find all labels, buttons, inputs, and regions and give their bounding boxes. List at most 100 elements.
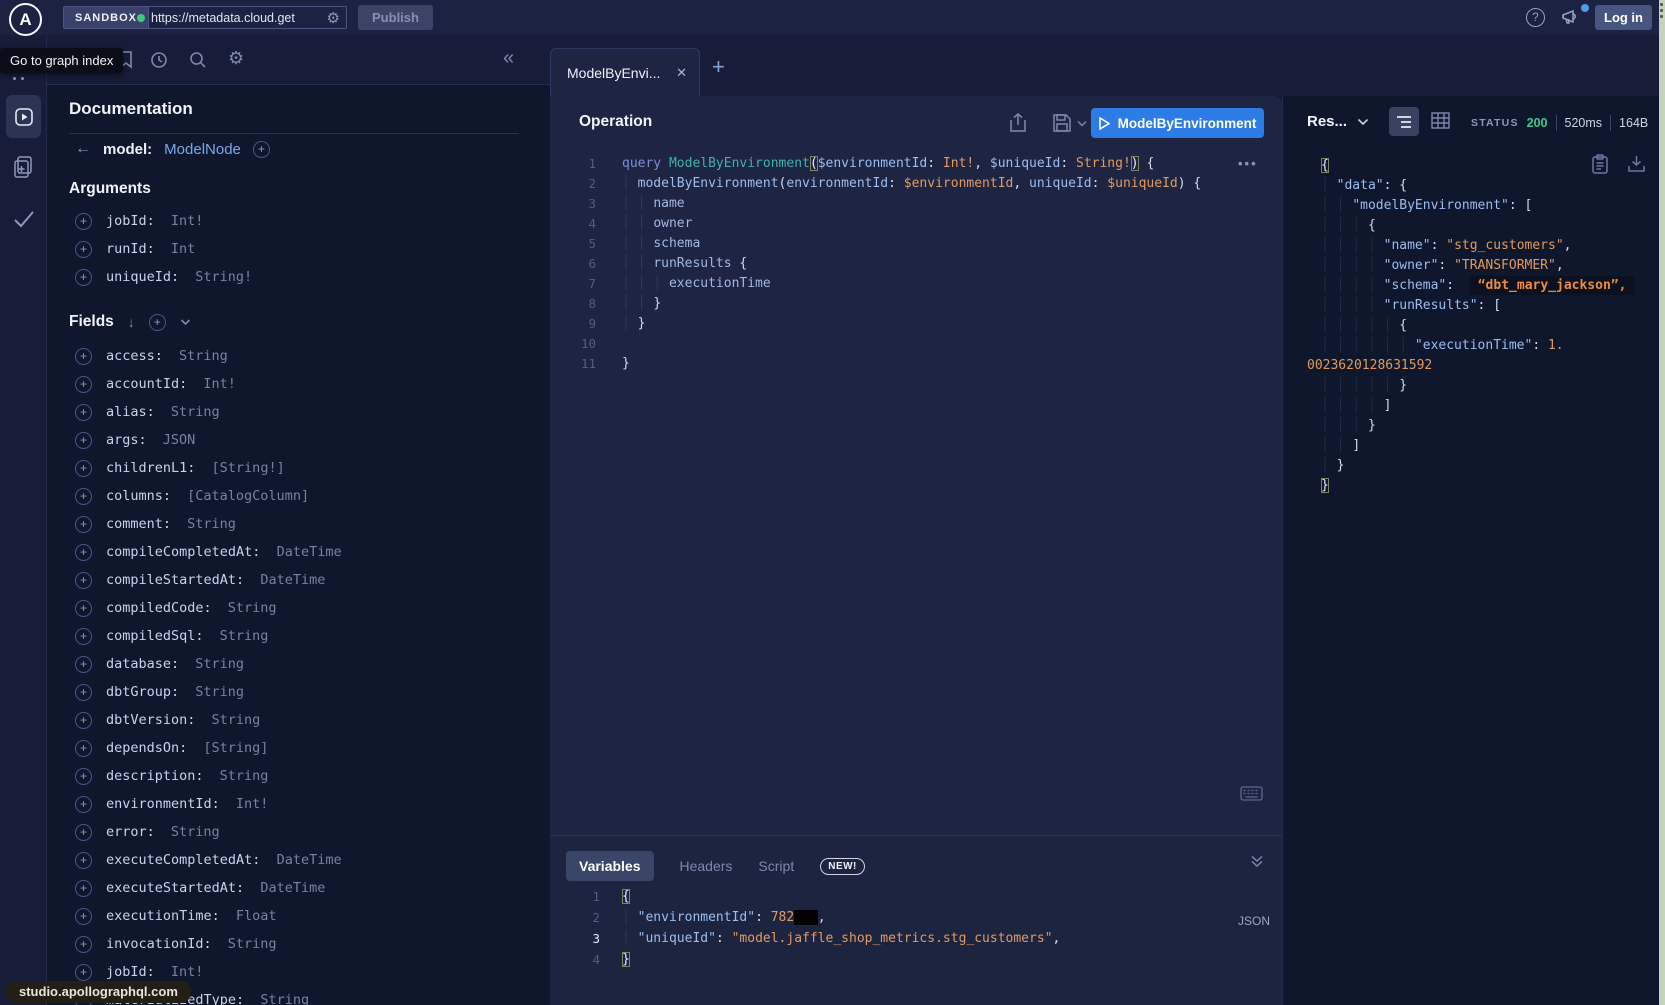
add-field-icon[interactable]: +: [75, 516, 92, 533]
add-field-icon[interactable]: +: [75, 241, 92, 258]
response-chevron-icon[interactable]: [1357, 118, 1369, 126]
search-icon[interactable]: [188, 50, 208, 70]
tab-headers[interactable]: Headers: [680, 858, 733, 874]
run-operation-button[interactable]: ModelByEnvironment: [1091, 108, 1264, 138]
add-field-icon[interactable]: +: [75, 572, 92, 589]
add-field-icon[interactable]: +: [75, 656, 92, 673]
field-row[interactable]: +compiledSql: String: [47, 622, 550, 650]
tab-variables[interactable]: Variables: [566, 851, 654, 881]
field-row[interactable]: +dbtGroup: String: [47, 678, 550, 706]
add-field-icon[interactable]: +: [75, 628, 92, 645]
endpoint-settings-gear-icon[interactable]: ⚙: [327, 9, 340, 27]
field-row[interactable]: +description: String: [47, 762, 550, 790]
add-field-icon[interactable]: +: [75, 376, 92, 393]
field-row[interactable]: +database: String: [47, 650, 550, 678]
response-view-raw-toggle[interactable]: [1389, 107, 1419, 136]
field-name: executeCompletedAt:: [106, 852, 269, 868]
field-row[interactable]: +dependsOn: [String]: [47, 734, 550, 762]
field-row[interactable]: +alias: String: [47, 398, 550, 426]
add-field-icon[interactable]: +: [75, 600, 92, 617]
field-row[interactable]: +childrenL1: [String!]: [47, 454, 550, 482]
chevron-down-icon[interactable]: [180, 318, 191, 326]
field-row[interactable]: +runId: Int: [47, 235, 550, 263]
tab-model-by-environment[interactable]: ModelByEnvi... ✕: [550, 48, 700, 96]
divider: [1610, 115, 1611, 131]
share-operation-icon[interactable]: [1008, 112, 1028, 134]
endpoint-url-input[interactable]: https://metadata.cloud.get ⚙: [131, 6, 347, 29]
browser-scrollbar[interactable]: [1659, 0, 1665, 1005]
add-field-icon[interactable]: +: [75, 824, 92, 841]
field-row[interactable]: +compiledCode: String: [47, 594, 550, 622]
field-row[interactable]: +access: String: [47, 342, 550, 370]
add-field-icon[interactable]: +: [75, 768, 92, 785]
add-field-icon[interactable]: +: [75, 880, 92, 897]
new-tab-icon[interactable]: +: [712, 54, 725, 80]
field-row[interactable]: +executionTime: Float: [47, 902, 550, 930]
field-row[interactable]: +accountId: Int!: [47, 370, 550, 398]
add-field-icon[interactable]: +: [75, 796, 92, 813]
collapse-panel-icon[interactable]: «: [503, 47, 514, 70]
back-arrow-icon[interactable]: ←: [75, 140, 91, 158]
save-operation-icon[interactable]: [1052, 113, 1072, 133]
add-field-icon[interactable]: +: [75, 852, 92, 869]
model-type-link[interactable]: ModelNode: [164, 141, 241, 158]
field-row[interactable]: +columns: [CatalogColumn]: [47, 482, 550, 510]
field-name: access:: [106, 348, 171, 364]
settings-gear-icon[interactable]: ⚙: [228, 48, 244, 69]
tab-script[interactable]: Script: [758, 858, 794, 874]
field-row[interactable]: +uniqueId: String!: [47, 263, 550, 291]
login-button[interactable]: Log in: [1595, 5, 1652, 30]
variables-editor[interactable]: 1{2│ "environmentId": 782 ,3│ "uniqueId"…: [550, 886, 1282, 970]
add-field-icon[interactable]: +: [75, 460, 92, 477]
field-type: JSON: [163, 432, 196, 448]
field-row[interactable]: +environmentId: Int!: [47, 790, 550, 818]
field-row[interactable]: +executeCompletedAt: DateTime: [47, 846, 550, 874]
field-row[interactable]: +compileCompletedAt: DateTime: [47, 538, 550, 566]
sidebar-item-schema[interactable]: [12, 155, 35, 179]
add-field-icon[interactable]: +: [75, 544, 92, 561]
add-field-icon[interactable]: +: [75, 488, 92, 505]
field-name: jobId:: [106, 964, 163, 980]
sort-descending-icon[interactable]: ↓: [128, 314, 135, 330]
add-field-icon[interactable]: +: [75, 740, 92, 757]
field-row[interactable]: +comment: String: [47, 510, 550, 538]
response-title-row: Res...: [1307, 113, 1369, 130]
field-name: dependsOn:: [106, 740, 195, 756]
history-icon[interactable]: [149, 50, 169, 70]
response-json-viewer[interactable]: {│ "data": {│ │ "modelByEnvironment": [│…: [1321, 155, 1651, 495]
field-type: Int!: [203, 376, 236, 392]
field-row[interactable]: +jobId: Int!: [47, 207, 550, 235]
add-field-icon[interactable]: +: [75, 908, 92, 925]
field-row[interactable]: +compileStartedAt: DateTime: [47, 566, 550, 594]
add-field-icon[interactable]: +: [75, 432, 92, 449]
save-options-chevron-icon[interactable]: [1077, 120, 1087, 127]
sidebar-item-checklist[interactable]: [12, 208, 36, 230]
add-field-icon[interactable]: +: [75, 684, 92, 701]
add-field-icon[interactable]: +: [75, 964, 92, 981]
add-field-icon[interactable]: +: [75, 269, 92, 286]
add-field-icon[interactable]: +: [75, 712, 92, 729]
code-line: 2│ "environmentId": 782 ,: [550, 907, 1282, 928]
add-all-fields-icon[interactable]: +: [149, 314, 166, 331]
field-row[interactable]: +invocationId: String: [47, 930, 550, 958]
collapse-variables-icon[interactable]: [1250, 854, 1264, 868]
publish-button[interactable]: Publish: [358, 5, 433, 30]
field-row[interactable]: +error: String: [47, 818, 550, 846]
field-row[interactable]: +args: JSON: [47, 426, 550, 454]
announcements-icon[interactable]: [1560, 7, 1581, 27]
apollo-logo[interactable]: A: [9, 3, 42, 36]
add-field-icon[interactable]: +: [75, 213, 92, 230]
add-field-icon[interactable]: +: [75, 348, 92, 365]
sidebar-item-explorer[interactable]: [6, 95, 41, 138]
operation-editor[interactable]: 1query ModelByEnvironment($environmentId…: [550, 153, 1282, 373]
add-model-field-icon[interactable]: +: [253, 141, 270, 158]
field-name: compileStartedAt:: [106, 572, 252, 588]
help-icon[interactable]: ?: [1526, 8, 1545, 27]
field-row[interactable]: +dbtVersion: String: [47, 706, 550, 734]
add-field-icon[interactable]: +: [75, 936, 92, 953]
field-row[interactable]: +executeStartedAt: DateTime: [47, 874, 550, 902]
close-tab-icon[interactable]: ✕: [676, 65, 687, 81]
add-field-icon[interactable]: +: [75, 404, 92, 421]
response-view-table-toggle[interactable]: [1431, 112, 1450, 129]
keyboard-shortcuts-icon[interactable]: [1240, 786, 1263, 801]
